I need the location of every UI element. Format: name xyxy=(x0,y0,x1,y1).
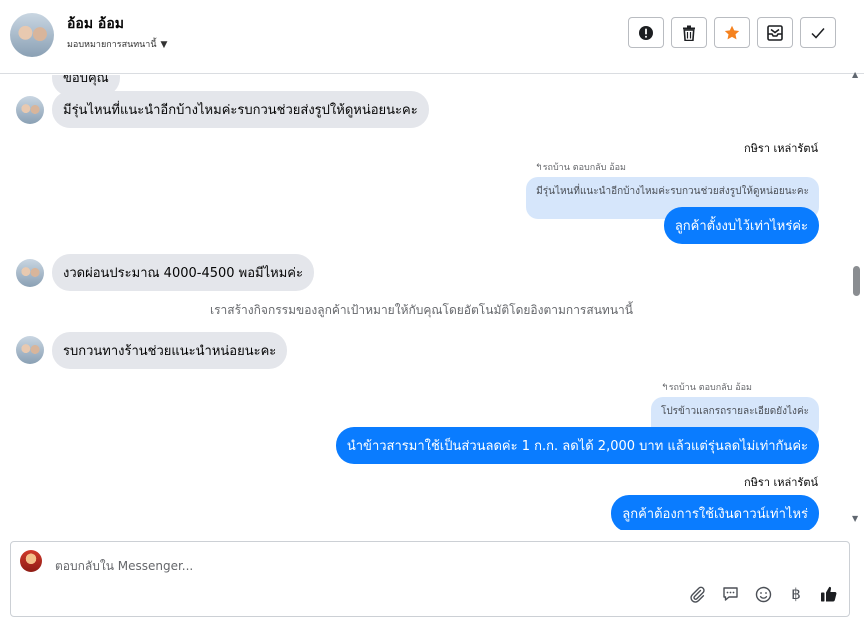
thumbs-up-icon xyxy=(821,586,837,602)
message-composer[interactable]: ตอบกลับใน Messenger... ฿ xyxy=(10,541,850,617)
delete-button[interactable] xyxy=(671,17,707,48)
speech-icon xyxy=(722,586,738,601)
smiley-icon xyxy=(755,586,771,602)
scrollbar[interactable]: ▲ ▼ xyxy=(852,70,860,528)
scroll-down-icon[interactable]: ▼ xyxy=(852,514,858,523)
caret-down-icon: ▼ xyxy=(160,40,168,50)
mark-done-button[interactable] xyxy=(800,17,836,48)
reply-note-text: รถบ้าน ตอบกลับ อ้อม xyxy=(668,383,752,393)
reply-arrow-icon: ↰ xyxy=(535,163,543,173)
page-avatar xyxy=(20,550,42,572)
reply-arrow-icon: ↰ xyxy=(661,383,669,393)
reply-indicator: ↰รถบ้าน ตอบกลับ อ้อม xyxy=(661,380,752,394)
check-icon xyxy=(811,27,825,39)
star-button[interactable] xyxy=(714,17,750,48)
scroll-thumb[interactable] xyxy=(853,266,860,296)
composer-tools: ฿ xyxy=(687,584,839,604)
reply-note-text: รถบ้าน ตอบกลับ อ้อม xyxy=(542,163,626,173)
mark-spam-button[interactable] xyxy=(628,17,664,48)
incoming-message: งวดผ่อนประมาณ 4000-4500 พอมีไหมค่ะ xyxy=(52,254,314,291)
outgoing-message: นำข้าวสารมาใช้เป็นส่วนลดค่ะ 1 ก.ก. ลดได้… xyxy=(335,427,819,464)
contact-avatar-small xyxy=(16,96,44,124)
emoji-button[interactable] xyxy=(753,584,773,604)
scroll-up-icon[interactable]: ▲ xyxy=(852,70,858,79)
attach-button[interactable] xyxy=(687,584,707,604)
header-actions xyxy=(628,17,836,48)
archive-icon xyxy=(767,24,783,41)
contact-avatar-small xyxy=(16,336,44,364)
outgoing-message: ลูกค้าต้องการใช้เงินดาวน์เท่าไหร่ xyxy=(611,495,819,530)
incoming-message: มีรุ่นไหนที่แนะนำอีกบ้างไหมค่ะรบกวนช่วยส… xyxy=(52,91,429,128)
conversation-header: อ้อม อ้อม มอบหมายการสนทนานี้ ▼ xyxy=(0,0,864,74)
outgoing-message: ลูกค้าตั้งงบไว้เท่าไหร่ค่ะ xyxy=(663,207,819,244)
contact-avatar[interactable] xyxy=(10,13,54,57)
incoming-message: รบกวนทางร้านช่วยแนะนำหน่อยนะคะ xyxy=(52,332,288,369)
contact-name[interactable]: อ้อม อ้อม xyxy=(67,13,124,35)
reply-indicator: ↰รถบ้าน ตอบกลับ อ้อม xyxy=(535,160,626,174)
assign-conversation-dropdown[interactable]: มอบหมายการสนทนานี้ ▼ xyxy=(67,37,167,51)
star-icon xyxy=(724,25,740,39)
archive-button[interactable] xyxy=(757,17,793,48)
saved-replies-button[interactable] xyxy=(720,584,740,604)
assign-label: มอบหมายการสนทนานี้ xyxy=(67,40,157,50)
payment-button[interactable]: ฿ xyxy=(786,584,806,604)
baht-icon: ฿ xyxy=(791,585,801,603)
sender-name: กษิรา เหล่ารัตน์ xyxy=(744,142,818,155)
like-button[interactable] xyxy=(819,584,839,604)
message-thread[interactable]: ขอบคุณ มีรุ่นไหนที่แนะนำอีกบ้างไหมค่ะรบก… xyxy=(0,75,850,530)
contact-avatar-small xyxy=(16,259,44,287)
system-notice: เราสร้างกิจกรรมของลูกค้าเป้าหมายให้กับคุ… xyxy=(210,303,633,317)
paperclip-icon xyxy=(689,586,705,603)
sender-name: กษิรา เหล่ารัตน์ xyxy=(744,476,818,489)
trash-icon xyxy=(683,25,695,41)
alert-icon xyxy=(639,25,653,40)
reply-input[interactable]: ตอบกลับใน Messenger... xyxy=(55,557,193,576)
